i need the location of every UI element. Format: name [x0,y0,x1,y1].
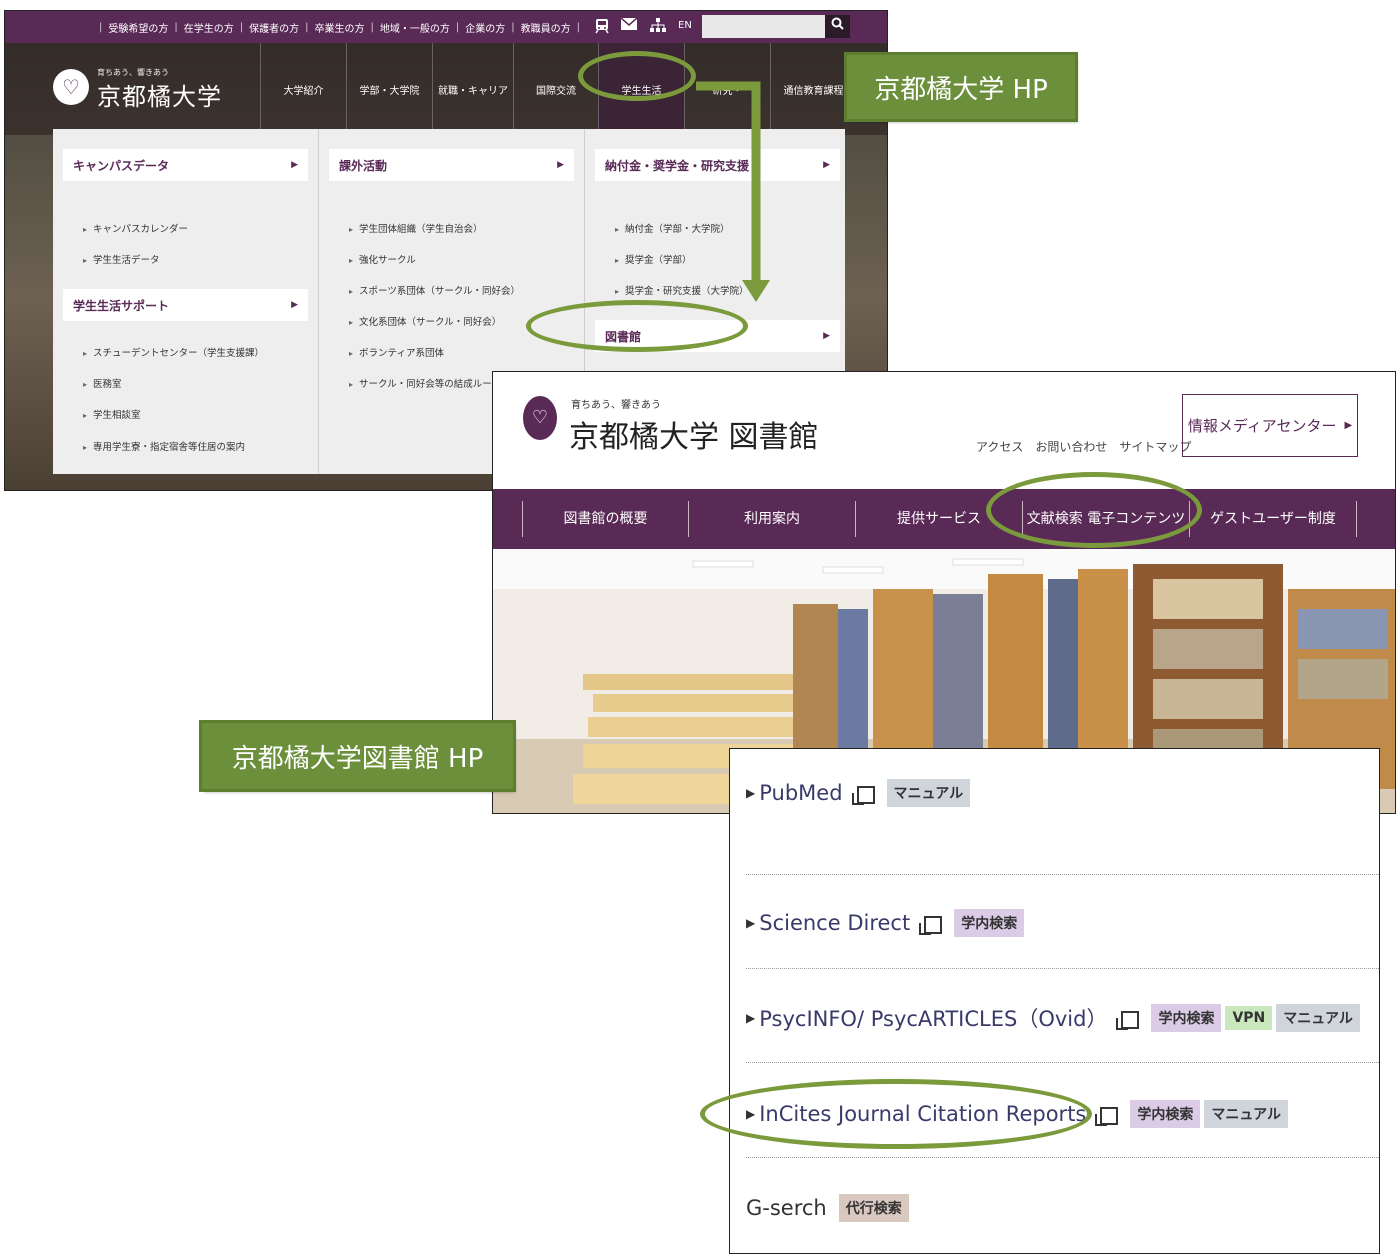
flow-arrow-icon [696,81,770,302]
